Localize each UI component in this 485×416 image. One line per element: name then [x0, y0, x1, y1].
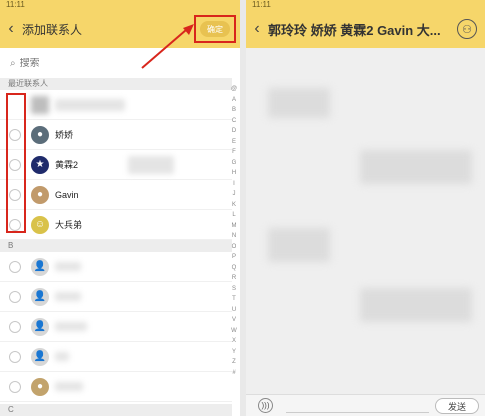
avatar: ●: [31, 185, 49, 204]
contact-row[interactable]: ☺ 大兵弟: [0, 210, 232, 240]
index-letter[interactable]: Y: [229, 347, 239, 358]
search-input[interactable]: [19, 57, 200, 69]
blurred-name: [55, 352, 69, 361]
avatar: ★: [31, 155, 49, 174]
index-letter[interactable]: S: [229, 284, 239, 295]
contact-name: 大兵弟: [55, 220, 83, 230]
status-bar: 11:11: [0, 0, 240, 10]
blurred-message: [268, 228, 330, 262]
blurred-name: [55, 262, 81, 271]
contact-row[interactable]: 👤: [0, 252, 232, 282]
default-avatar-icon: 👤: [31, 317, 49, 336]
index-letter[interactable]: K: [229, 200, 239, 211]
index-letter[interactable]: O: [229, 242, 239, 253]
contact-row[interactable]: 👤: [0, 342, 232, 372]
chat-input-bar: ))) 发送: [246, 394, 485, 416]
index-letter[interactable]: J: [229, 189, 239, 200]
voice-icon[interactable]: ))): [258, 398, 273, 413]
confirm-highlight-box: 确定: [194, 15, 236, 43]
index-letter[interactable]: X: [229, 336, 239, 347]
blurred-message: [268, 88, 330, 118]
blurred-message: [360, 288, 472, 322]
index-letter[interactable]: Q: [229, 263, 239, 274]
chat-header: ‹ 郭玲玲 娇娇 黄霖2 Gavin 大... ⚇: [246, 10, 485, 48]
index-letter[interactable]: Z: [229, 357, 239, 368]
section-header-b: B: [0, 240, 232, 252]
avatar: ●: [31, 125, 49, 144]
contact-name: 娇娇: [55, 130, 74, 140]
index-letter[interactable]: U: [229, 305, 239, 316]
contact-row[interactable]: 👤: [0, 282, 232, 312]
blurred-name: [55, 322, 87, 331]
status-time: 11:11: [6, 0, 25, 9]
status-bar: 11:11: [246, 0, 485, 10]
index-letter[interactable]: A: [229, 95, 239, 106]
default-avatar-icon: 👤: [31, 347, 49, 366]
checkbox-highlight-box: [6, 93, 26, 233]
index-letter[interactable]: G: [229, 158, 239, 169]
chat-title: 郭玲玲 娇娇 黄霖2 Gavin 大...: [268, 22, 441, 38]
contact-checkbox[interactable]: [9, 290, 21, 303]
contact-row[interactable]: 👤: [0, 312, 232, 342]
blurred-name: [55, 292, 81, 301]
default-avatar-icon: 👤: [31, 257, 49, 276]
add-contact-header: ‹ 添加联系人 确定: [0, 10, 240, 48]
status-time: 11:11: [252, 0, 271, 9]
message-input[interactable]: [286, 399, 429, 413]
index-letter[interactable]: I: [229, 179, 239, 190]
page-title: 添加联系人: [22, 22, 83, 37]
index-letter[interactable]: V: [229, 315, 239, 326]
index-letter[interactable]: C: [229, 116, 239, 127]
contact-checkbox[interactable]: [9, 320, 21, 333]
blurred-area: [128, 155, 175, 174]
index-letter[interactable]: W: [229, 326, 239, 337]
index-letter[interactable]: L: [229, 210, 239, 221]
confirm-button[interactable]: 确定: [200, 21, 230, 37]
index-letter[interactable]: B: [229, 105, 239, 116]
back-arrow-icon[interactable]: ‹: [0, 20, 22, 38]
contact-checkbox[interactable]: [9, 350, 21, 363]
contact-checkbox[interactable]: [9, 260, 21, 273]
send-button[interactable]: 发送: [435, 398, 479, 414]
alphabet-index-bar[interactable]: @ A B C D E F G H I J K L M N O P Q R S T U V W X Y Z #: [229, 84, 239, 378]
index-letter[interactable]: N: [229, 231, 239, 242]
index-letter[interactable]: R: [229, 273, 239, 284]
section-header-c: C: [0, 404, 232, 416]
group-chat-panel: 11:11 ‹ 郭玲玲 娇娇 黄霖2 Gavin 大... ⚇ ))) 发送: [246, 0, 485, 416]
index-letter[interactable]: H: [229, 168, 239, 179]
contact-row[interactable]: ● 娇娇: [0, 120, 232, 150]
index-letter[interactable]: F: [229, 147, 239, 158]
search-icon: ⌕: [10, 57, 16, 69]
avatar: ☺: [31, 215, 49, 234]
contact-name: 黄霖2: [55, 160, 79, 170]
contact-checkbox[interactable]: [9, 380, 21, 393]
index-letter[interactable]: M: [229, 221, 239, 232]
contact-row[interactable]: ● Gavin: [0, 180, 232, 210]
avatar: [31, 95, 49, 114]
index-letter[interactable]: P: [229, 252, 239, 263]
back-arrow-icon[interactable]: ‹: [246, 20, 268, 38]
default-avatar-icon: 👤: [31, 287, 49, 306]
contact-row-blurred[interactable]: [0, 90, 232, 120]
blurred-message: [360, 150, 472, 184]
group-info-icon[interactable]: ⚇: [457, 19, 477, 39]
index-letter[interactable]: T: [229, 294, 239, 305]
blurred-name: [55, 382, 83, 391]
search-bar[interactable]: ⌕: [10, 54, 230, 72]
recent-contacts-header: 最近联系人: [0, 78, 232, 90]
index-letter[interactable]: D: [229, 126, 239, 137]
index-letter[interactable]: #: [229, 368, 239, 379]
contact-row[interactable]: ★ 黄霖2: [0, 150, 232, 180]
contact-row[interactable]: ●: [0, 372, 232, 402]
add-contact-panel: 11:11 ‹ 添加联系人 确定 ⌕ 最近联系人 ● 娇娇 ★ 黄霖2 ● Ga…: [0, 0, 240, 416]
index-letter[interactable]: @: [229, 84, 239, 95]
avatar: ●: [31, 377, 49, 396]
blurred-name: [55, 98, 125, 111]
index-letter[interactable]: E: [229, 137, 239, 148]
contact-name: Gavin: [55, 189, 79, 200]
